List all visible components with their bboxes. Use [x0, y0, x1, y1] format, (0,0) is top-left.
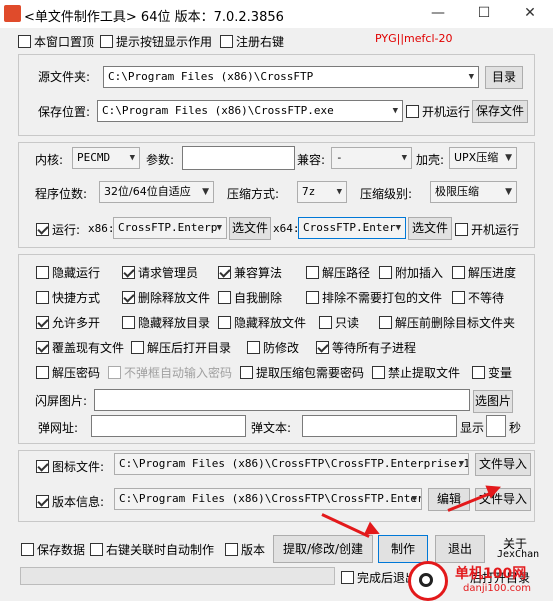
shell-combo[interactable]: UPX压缩 ▼ [449, 147, 517, 169]
option-auto-password: 不弹框自动输入密码 [108, 364, 232, 381]
watermark-text: 单机100网 [455, 566, 527, 582]
compress-combo[interactable]: 7z ▼ [297, 181, 347, 203]
option-open-dir-after[interactable]: 解压后打开目录 [131, 339, 231, 356]
version-info-checkbox[interactable]: 版本信息: [36, 493, 104, 510]
show-label: 显示 [460, 421, 485, 435]
option-shortcut[interactable]: 快捷方式 [36, 289, 100, 306]
close-icon[interactable]: ✕ [507, 0, 553, 28]
option-exclude-files[interactable]: 排除不需要打包的文件 [306, 289, 442, 306]
register-context-checkbox[interactable]: 注册右键 [220, 33, 284, 50]
option-attach-insert[interactable]: 附加插入 [379, 264, 443, 281]
ctx-auto-make-checkbox[interactable]: 右键关联时自动制作 [90, 541, 214, 558]
option-hide-release-dir[interactable]: 隐藏释放目录 [122, 314, 210, 331]
seconds-label: 秒 [509, 421, 522, 435]
compress-label: 压缩方式: [227, 187, 280, 201]
option-request-admin[interactable]: 请求管理员 [122, 264, 198, 281]
bits-label: 程序位数: [35, 187, 88, 201]
option-overwrite[interactable]: 覆盖现有文件 [36, 339, 124, 356]
option-hide-run[interactable]: 隐藏运行 [36, 264, 100, 281]
x64-label: x64: [273, 222, 300, 235]
x86-combo[interactable]: CrossFTP.Enterp ▼ [113, 217, 227, 239]
option-delete-target-before[interactable]: 解压前删除目标文件夹 [379, 314, 515, 331]
option-extract-password[interactable]: 解压密码 [36, 364, 100, 381]
popup-url-input[interactable] [91, 415, 246, 437]
window-title: <单文件制作工具> 64位 版本：7.0.2.3856 [24, 10, 284, 25]
option-forbid-extract[interactable]: 禁止提取文件 [372, 364, 460, 381]
watermark-plus-icon [419, 573, 433, 587]
level-label: 压缩级别: [360, 187, 413, 201]
x86-select-file-button[interactable]: 选文件 [229, 217, 271, 240]
extract-modify-create-button[interactable]: 提取/修改/创建 [273, 535, 373, 563]
save-file-button[interactable]: 保存文件 [472, 100, 528, 123]
option-anti-modify[interactable]: 防修改 [247, 339, 299, 356]
select-image-button[interactable]: 选图片 [473, 390, 513, 413]
option-delete-released[interactable]: 删除释放文件 [122, 289, 210, 306]
x64-combo[interactable]: CrossFTP.Enter ▼ [298, 217, 406, 239]
kernel-combo[interactable]: PECMD ▼ [72, 147, 140, 169]
popup-text-input[interactable] [302, 415, 457, 437]
progress-bar [20, 567, 335, 585]
save-location-combo[interactable]: C:\Program Files (x86)\CrossFTP.exe ▼ [97, 100, 403, 122]
compat-label: 兼容: [297, 153, 326, 167]
option-wait-children[interactable]: 等待所有子进程 [316, 339, 416, 356]
shell-label: 加壳: [416, 153, 445, 167]
option-hide-release-files[interactable]: 隐藏释放文件 [218, 314, 306, 331]
stay-on-top-checkbox[interactable]: 本窗口置顶 [18, 33, 94, 50]
option-no-wait[interactable]: 不等待 [452, 289, 504, 306]
author-label: JexChan [497, 549, 540, 560]
option-extract-progress[interactable]: 解压进度 [452, 264, 516, 281]
option-multi-instance[interactable]: 允许多开 [36, 314, 100, 331]
flash-image-input[interactable] [94, 389, 470, 411]
save-location-label: 保存位置: [38, 105, 91, 119]
autorun-checkbox[interactable]: 开机运行 [406, 103, 470, 120]
compat-combo[interactable]: - ▼ [331, 147, 412, 169]
exit-button[interactable]: 退出 [435, 535, 485, 563]
run-autorun-checkbox[interactable]: 开机运行 [455, 221, 519, 238]
icon-import-button[interactable]: 文件导入 [475, 453, 531, 476]
app-icon [4, 5, 21, 22]
minimize-icon[interactable]: — [415, 0, 461, 28]
exit-after-done-checkbox[interactable]: 完成后退出 [341, 569, 417, 586]
option-need-password[interactable]: 提取压缩包需要密码 [240, 364, 364, 381]
option-compat-algo[interactable]: 兼容算法 [218, 264, 282, 281]
option-readonly[interactable]: 只读 [319, 314, 359, 331]
watermark-url: danji100.com [463, 583, 531, 594]
option-extract-path[interactable]: 解压路径 [306, 264, 370, 281]
params-input[interactable] [182, 146, 295, 170]
flash-image-label: 闪屏图片: [35, 394, 88, 408]
kernel-label: 内核: [35, 153, 64, 167]
source-label: 源文件夹: [38, 70, 91, 84]
credit-text: PYG||mefcl-20 [375, 32, 453, 45]
show-seconds-input[interactable] [486, 415, 506, 437]
maximize-icon[interactable]: ☐ [461, 0, 507, 28]
popup-text-label: 弹文本: [251, 421, 292, 435]
x86-label: x86: [88, 222, 115, 235]
option-variable[interactable]: 变量 [472, 364, 512, 381]
version-checkbox[interactable]: 版本 [225, 541, 265, 558]
version-info-combo[interactable]: C:\Program Files (x86)\CrossFTP\CrossFTP… [114, 488, 422, 510]
option-self-delete[interactable]: 自我删除 [218, 289, 282, 306]
source-folder-combo[interactable]: C:\Program Files (x86)\CrossFTP ▼ [103, 66, 479, 88]
params-label: 参数: [146, 153, 175, 167]
x64-select-file-button[interactable]: 选文件 [408, 217, 452, 240]
icon-file-checkbox[interactable]: 图标文件: [36, 458, 104, 475]
bits-combo[interactable]: 32位/64位自适应 ▼ [99, 181, 214, 203]
make-button[interactable]: 制作 [378, 535, 428, 563]
popup-url-label: 弹网址: [38, 421, 79, 435]
icon-file-combo[interactable]: C:\Program Files (x86)\CrossFTP\CrossFTP… [114, 453, 469, 475]
run-checkbox[interactable]: 运行: [36, 221, 80, 238]
level-combo[interactable]: 极限压缩 ▼ [430, 181, 517, 203]
browse-folder-button[interactable]: 目录 [485, 66, 523, 89]
show-tips-checkbox[interactable]: 提示按钮显示作用 [100, 33, 212, 50]
save-data-checkbox[interactable]: 保存数据 [21, 541, 85, 558]
